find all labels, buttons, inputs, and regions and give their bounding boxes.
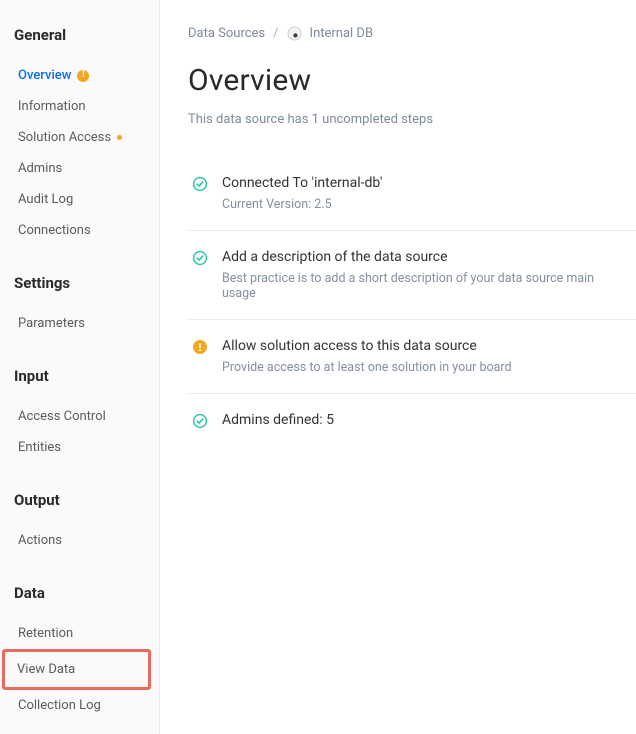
sidebar-item-label: Parameters (18, 316, 85, 331)
step-subtitle: Current Version: 2.5 (222, 197, 630, 212)
warning-circle-icon (192, 339, 208, 355)
page-subtitle: This data source has 1 uncompleted steps (188, 112, 636, 127)
datasource-icon (287, 26, 302, 41)
sidebar-section-title: Data (14, 584, 145, 602)
sidebar-section-data: Data Retention View Data Collection Log (14, 584, 145, 721)
sidebar-item-entities[interactable]: Entities (14, 432, 145, 463)
sidebar-item-connections[interactable]: Connections (14, 215, 145, 246)
sidebar-section-title: Output (14, 491, 145, 509)
step-admins-defined[interactable]: Admins defined: 5 (186, 394, 636, 452)
sidebar-section-title: Settings (14, 274, 145, 292)
step-content: Admins defined: 5 (222, 412, 630, 434)
step-content: Add a description of the data source Bes… (222, 249, 630, 301)
sidebar-section-output: Output Actions (14, 491, 145, 556)
step-content: Allow solution access to this data sourc… (222, 338, 630, 375)
step-subtitle: Best practice is to add a short descript… (222, 271, 630, 301)
step-title: Admins defined: 5 (222, 412, 630, 428)
sidebar-item-information[interactable]: Information (14, 91, 145, 122)
check-circle-icon (192, 176, 208, 192)
main-content: Data Sources / Internal DB Overview This… (160, 0, 636, 734)
sidebar-item-view-data[interactable]: View Data (2, 649, 151, 690)
sidebar-item-audit-log[interactable]: Audit Log (14, 184, 145, 215)
sidebar-item-label: Retention (18, 626, 73, 641)
check-circle-icon (192, 413, 208, 429)
sidebar-item-label: Solution Access (18, 130, 111, 145)
sidebar-item-collection-log[interactable]: Collection Log (14, 690, 145, 721)
warning-icon: ! (77, 70, 89, 82)
sidebar-section-input: Input Access Control Entities (14, 367, 145, 463)
sidebar-item-parameters[interactable]: Parameters (14, 308, 145, 339)
step-content: Connected To 'internal-db' Current Versi… (222, 175, 630, 212)
page-title: Overview (188, 63, 636, 98)
check-circle-icon (192, 250, 208, 266)
sidebar-item-label: Access Control (18, 409, 106, 424)
sidebar-item-label: Connections (18, 223, 91, 238)
step-description[interactable]: Add a description of the data source Bes… (186, 231, 636, 320)
breadcrumb-root[interactable]: Data Sources (188, 26, 265, 41)
step-solution-access[interactable]: Allow solution access to this data sourc… (186, 320, 636, 394)
sidebar-item-label: Entities (18, 440, 61, 455)
breadcrumb: Data Sources / Internal DB (188, 26, 636, 41)
sidebar-section-title: Input (14, 367, 145, 385)
step-list: Connected To 'internal-db' Current Versi… (186, 157, 636, 452)
sidebar-section-general: General Overview ! Information Solution … (14, 26, 145, 246)
sidebar-item-access-control[interactable]: Access Control (14, 401, 145, 432)
step-subtitle: Provide access to at least one solution … (222, 360, 630, 375)
sidebar-item-label: Overview (18, 68, 71, 83)
sidebar-item-label: View Data (17, 662, 75, 677)
sidebar-item-label: Collection Log (18, 698, 101, 713)
sidebar-section-title: General (14, 26, 145, 44)
sidebar-item-admins[interactable]: Admins (14, 153, 145, 184)
step-title: Connected To 'internal-db' (222, 175, 630, 191)
dot-icon (117, 135, 122, 140)
breadcrumb-current: Internal DB (310, 26, 374, 41)
sidebar-section-settings: Settings Parameters (14, 274, 145, 339)
sidebar-item-label: Audit Log (18, 192, 73, 207)
step-title: Add a description of the data source (222, 249, 630, 265)
step-title: Allow solution access to this data sourc… (222, 338, 630, 354)
sidebar: General Overview ! Information Solution … (0, 0, 160, 734)
sidebar-item-overview[interactable]: Overview ! (14, 60, 145, 91)
sidebar-item-solution-access[interactable]: Solution Access (14, 122, 145, 153)
sidebar-item-retention[interactable]: Retention (14, 618, 145, 649)
sidebar-item-label: Admins (18, 161, 62, 176)
step-connected[interactable]: Connected To 'internal-db' Current Versi… (186, 157, 636, 231)
breadcrumb-separator: / (273, 26, 278, 41)
sidebar-item-label: Actions (18, 533, 62, 548)
sidebar-item-actions[interactable]: Actions (14, 525, 145, 556)
sidebar-item-label: Information (18, 99, 86, 114)
